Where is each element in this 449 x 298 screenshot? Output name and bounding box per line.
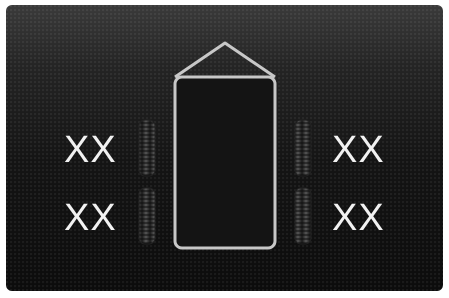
front-right-pressure: XX <box>332 129 385 171</box>
rear-left-pressure: XX <box>64 197 117 239</box>
vehicle-front-outline <box>174 41 276 79</box>
front-left-pressure: XX <box>64 129 117 171</box>
tire-icon <box>294 187 312 245</box>
rear-right-pressure: XX <box>332 197 385 239</box>
tire-icon <box>138 119 156 177</box>
tire-icon <box>138 187 156 245</box>
tire-icon <box>294 119 312 177</box>
tire-pressure-screen: XX XX XX XX <box>6 5 443 291</box>
vehicle-body <box>173 75 277 250</box>
